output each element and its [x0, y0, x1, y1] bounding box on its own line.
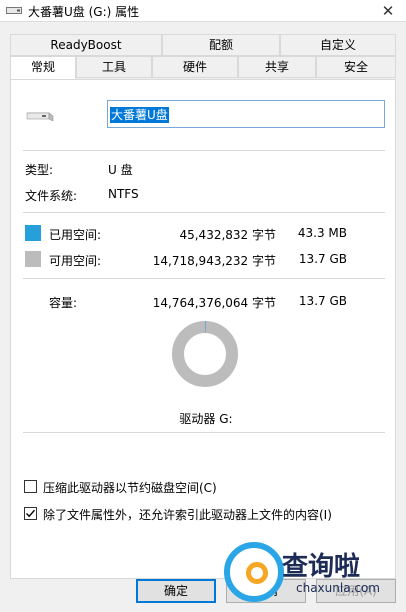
general-panel: 大番薯U盘 类型: U 盘 文件系统: NTFS 已用空间: 45,432,83… [10, 79, 396, 579]
capacity-bytes: 14,764,376,064 字节 [152, 296, 276, 310]
space-usage-donut [172, 321, 238, 387]
free-space-bytes: 14,718,943,232 字节 [152, 254, 276, 268]
used-space-size: 43.3 MB [297, 226, 347, 240]
usb-drive-icon [26, 112, 54, 122]
tab-strip: ReadyBoost 配额 自定义 常规 工具 硬件 共享 安全 [10, 34, 396, 80]
title-bar: 大番薯U盘 (G:) 属性 ✕ [0, 0, 406, 22]
watermark-subtext: chaxunla.com [296, 581, 380, 595]
tab-readyboost[interactable]: ReadyBoost [10, 34, 162, 56]
capacity-size: 13.7 GB [298, 294, 347, 308]
drive-letter-label: 驱动器 G: [179, 412, 233, 426]
free-space-label: 可用空间: [49, 254, 102, 268]
properties-window: ReadyBoost 配额 自定义 常规 工具 硬件 共享 安全 大番薯U盘 类… [0, 22, 406, 612]
watermark-logo [224, 542, 284, 602]
drive-name-selected-text: 大番薯U盘 [110, 107, 169, 123]
tab-quota[interactable]: 配额 [162, 34, 280, 56]
tab-sharing[interactable]: 共享 [238, 56, 316, 78]
separator [23, 278, 385, 279]
free-space-ring [172, 321, 238, 387]
drive-icon [6, 7, 22, 14]
index-label: 除了文件属性外，还允许索引此驱动器上文件的内容(I) [43, 508, 332, 522]
free-space-size: 13.7 GB [298, 252, 347, 266]
separator [23, 212, 385, 213]
free-space-swatch [25, 251, 41, 267]
ok-button[interactable]: 确定 [136, 579, 216, 603]
type-value: U 盘 [108, 163, 133, 177]
close-icon[interactable]: ✕ [370, 0, 406, 22]
used-space-label: 已用空间: [49, 228, 102, 242]
window-title: 大番薯U盘 (G:) 属性 [28, 5, 140, 19]
watermark-logo-inner [246, 562, 268, 584]
type-label: 类型: [25, 163, 54, 177]
tab-general[interactable]: 常规 [10, 56, 76, 80]
tab-hardware[interactable]: 硬件 [152, 56, 238, 78]
compress-checkbox[interactable] [24, 480, 37, 493]
used-space-bytes: 45,432,832 字节 [179, 228, 276, 242]
separator [23, 432, 385, 433]
drive-name-input[interactable]: 大番薯U盘 [107, 100, 385, 128]
tab-tools[interactable]: 工具 [76, 56, 152, 78]
capacity-label: 容量: [49, 296, 78, 310]
watermark-text: 查询啦 [282, 552, 361, 582]
tab-security[interactable]: 安全 [316, 56, 396, 78]
checkmark-icon [26, 509, 36, 518]
used-space-swatch [25, 225, 41, 241]
filesystem-value: NTFS [108, 187, 139, 201]
tab-customize[interactable]: 自定义 [280, 34, 396, 56]
separator [23, 150, 385, 151]
index-checkbox[interactable] [24, 507, 37, 520]
filesystem-label: 文件系统: [25, 189, 78, 203]
compress-label: 压缩此驱动器以节约磁盘空间(C) [43, 481, 217, 495]
